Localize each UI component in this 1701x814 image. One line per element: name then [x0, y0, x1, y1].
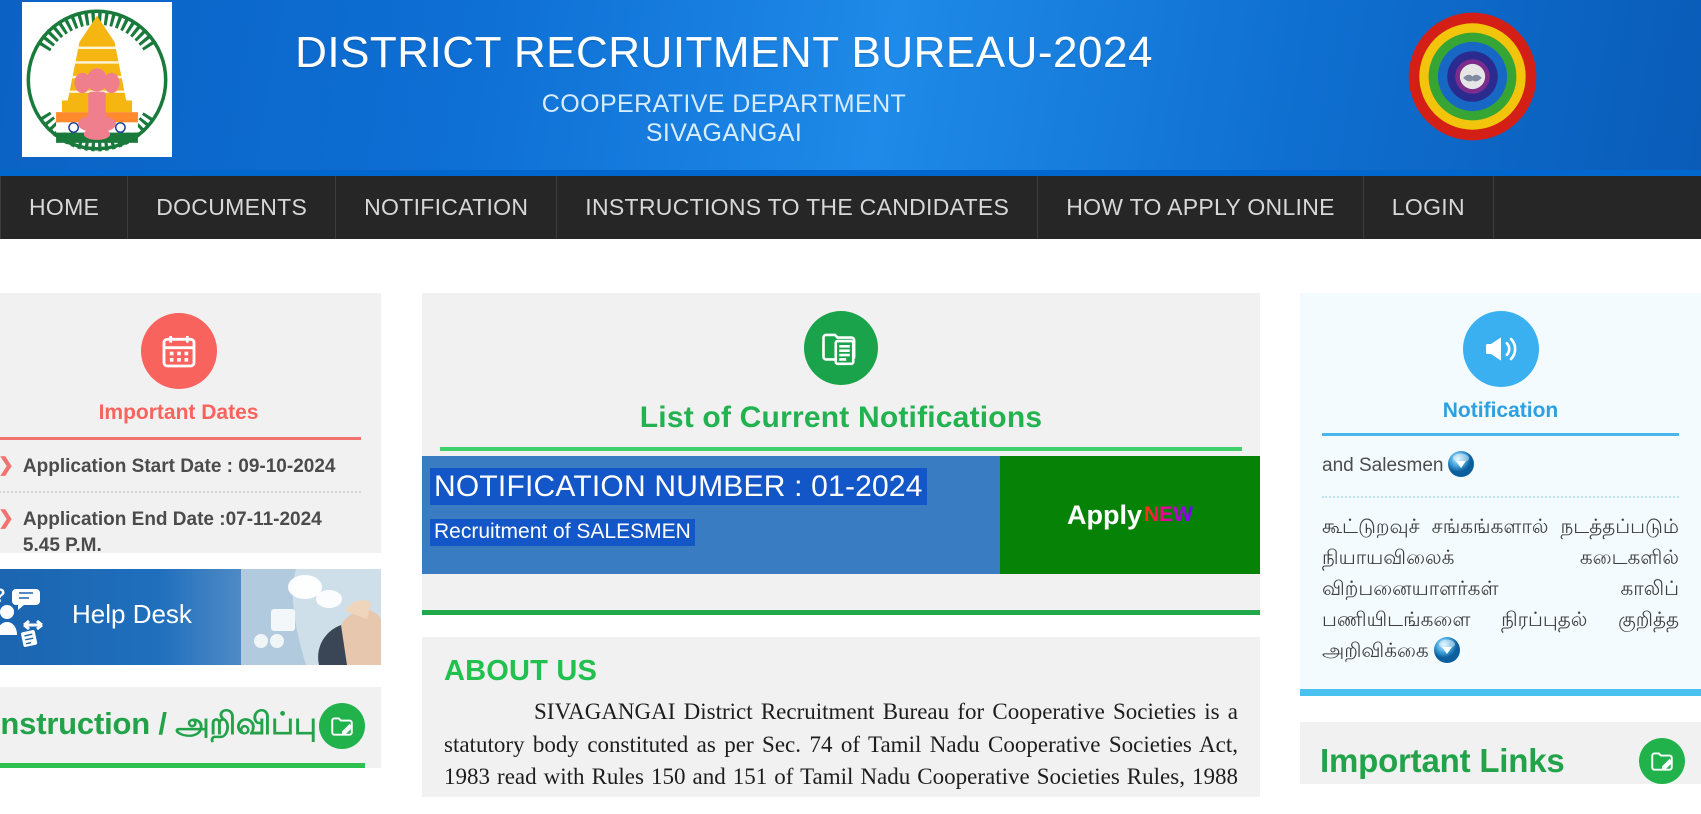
site-header: DISTRICT RECRUITMENT BUREAU-2024 COOPERA… [0, 0, 1701, 170]
help-desk-photo [241, 569, 381, 665]
about-us-card: ABOUT US SIVAGANGAI District Recruitment… [422, 637, 1260, 797]
apply-now-button[interactable]: Apply NEW [1000, 456, 1260, 574]
instruction-title-en: Instruction / [0, 706, 176, 741]
calendar-icon [140, 313, 217, 389]
tamil-nadu-government-emblem [22, 2, 172, 157]
nav-item-login[interactable]: LOGIN [1364, 176, 1494, 239]
header-subtitle-district: SIVAGANGAI [645, 119, 803, 148]
left-sidebar: Important Dates ❯ Application Start Date… [0, 293, 381, 768]
nav-item-home[interactable]: HOME [0, 176, 129, 239]
current-notifications-title: List of Current Notifications [639, 401, 1043, 434]
instruction-divider [0, 763, 365, 768]
about-us-title: ABOUT US [444, 655, 598, 687]
nav-item-notification[interactable]: NOTIFICATION [336, 176, 558, 239]
apply-label: Apply [1066, 499, 1142, 530]
notification-number: NOTIFICATION NUMBER : 01-2024 [430, 468, 927, 506]
chevron-right-icon: ❯ [0, 454, 14, 478]
cooperative-rainbow-logo [1404, 10, 1541, 143]
list-item: ❯ Application Start Date : 09-10-2024 [0, 440, 361, 493]
megaphone-icon [1462, 311, 1539, 387]
page-title: DISTRICT RECRUITMENT BUREAU-2024 [295, 28, 1153, 77]
list-item[interactable]: and Salesmen [1322, 436, 1679, 498]
help-desk-icon: ? [0, 585, 54, 647]
about-us-body: SIVAGANGAI District Recruitment Bureau f… [444, 699, 1238, 797]
header-title-block: DISTRICT RECRUITMENT BUREAU-2024 COOPERA… [200, 26, 1248, 149]
svg-text:?: ? [0, 586, 6, 607]
important-links-title: Important Links [1320, 742, 1565, 779]
notification-row: NOTIFICATION NUMBER : 01-2024 Recruitmen… [422, 456, 1260, 574]
important-links-card: Important Links [1300, 722, 1701, 784]
notification-card-footer [422, 574, 1260, 610]
page-body: Important Dates ❯ Application Start Date… [0, 239, 1701, 814]
important-dates-card: Important Dates ❯ Application Start Date… [0, 293, 381, 572]
nav-item-how-to-apply-online[interactable]: HOW TO APPLY ONLINE [1038, 176, 1364, 239]
nav-item-instructions-to-the-candidates[interactable]: INSTRUCTIONS TO THE CANDIDATES [557, 176, 1039, 239]
nav-item-documents[interactable]: DOCUMENTS [128, 176, 337, 239]
notification-card-bottom-rule [422, 610, 1260, 615]
new-badge: NEW [1144, 503, 1193, 526]
list-item: ❯ Application End Date :07-11-2024 5.45 … [0, 493, 361, 572]
application-start-date: Application Start Date : 09-10-2024 [22, 456, 336, 477]
notification-card-title: Notification [1442, 399, 1559, 422]
instruction-title-ta: அறிவிப்பு [175, 706, 317, 741]
important-links-header: Important Links [1320, 738, 1685, 784]
help-desk-banner[interactable]: ? Help Desk [0, 569, 381, 665]
notification-info: NOTIFICATION NUMBER : 01-2024 Recruitmen… [422, 456, 1000, 574]
nav-filler [1493, 176, 1701, 239]
important-dates-title: Important Dates [98, 401, 259, 424]
notice-text: and Salesmen [1322, 455, 1444, 476]
notification-description: Recruitment of SALESMEN [430, 519, 695, 547]
notification-card-bottom-rule [1300, 689, 1701, 696]
folder-edit-icon [1639, 738, 1685, 784]
help-desk-label: Help Desk [72, 599, 192, 629]
right-sidebar: Notification and Salesmen கூட்டுறவுச் சங… [1300, 293, 1701, 784]
application-end-date: Application End Date :07-11-2024 5.45 P.… [22, 508, 322, 557]
current-notifications-card: List of Current Notifications NOTIFICATI… [422, 293, 1260, 615]
current-notifications-divider [440, 447, 1242, 451]
main-navigation: HOME DOCUMENTS NOTIFICATION INSTRUCTIONS… [0, 176, 1701, 239]
instruction-card: Instruction / அறிவிப்பு [0, 687, 381, 768]
list-item[interactable]: கூட்டுறவுச் சங்கங்களால் நடத்தப்படும் நிய… [1322, 498, 1679, 683]
folder-edit-icon [319, 703, 365, 749]
blue-ball-download-icon[interactable] [1447, 450, 1475, 478]
blue-ball-download-icon[interactable] [1433, 636, 1461, 664]
chevron-right-icon: ❯ [0, 507, 14, 531]
documents-folder-icon [804, 311, 878, 385]
main-content: List of Current Notifications NOTIFICATI… [422, 293, 1260, 797]
instruction-title: Instruction / அறிவிப்பு [0, 706, 317, 746]
notification-card: Notification and Salesmen கூட்டுறவுச் சங… [1300, 293, 1701, 689]
instruction-header: Instruction / அறிவிப்பு [0, 703, 365, 749]
notice-text-tamil: கூட்டுறவுச் சங்கங்களால் நடத்தப்படும் நிய… [1322, 515, 1679, 662]
header-subtitle-department: COOPERATIVE DEPARTMENT [541, 89, 907, 118]
